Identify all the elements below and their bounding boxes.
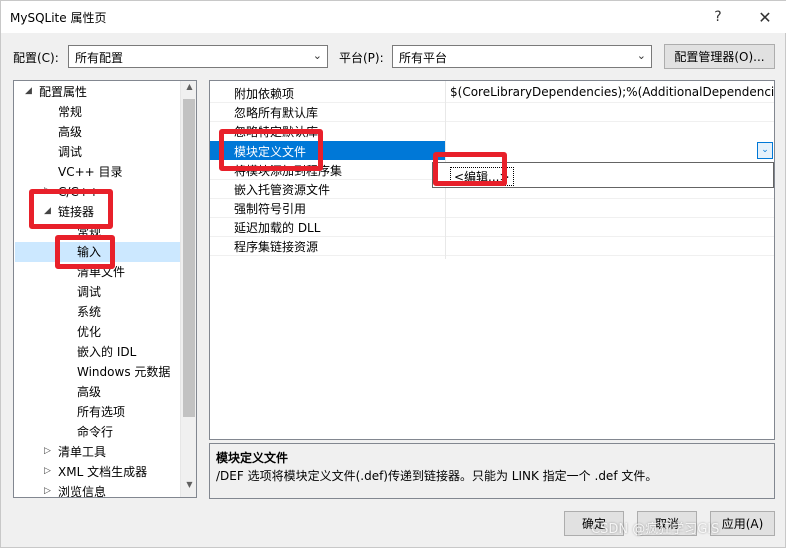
- property-name: 强制符号引用: [234, 202, 307, 216]
- configuration-value: 所有配置: [75, 51, 124, 65]
- platform-value: 所有平台: [399, 51, 448, 65]
- property-name: 程序集链接资源: [234, 240, 319, 254]
- platform-combo[interactable]: 所有平台 ⌄: [392, 45, 652, 68]
- tree-item-linker-debugging[interactable]: 调试: [77, 282, 101, 302]
- property-name: 延迟加载的 DLL: [234, 221, 321, 235]
- edit-option[interactable]: <编辑...>: [450, 167, 514, 186]
- tree-item-config-properties[interactable]: 配置属性: [39, 82, 87, 102]
- tree-item-linker[interactable]: 链接器: [58, 202, 94, 222]
- tree-item-command-line[interactable]: 命令行: [77, 422, 113, 442]
- description-title: 模块定义文件: [216, 451, 289, 465]
- tree-item-manifest-tool[interactable]: 清单工具: [58, 442, 106, 462]
- tree-item-linker-general[interactable]: 常规: [77, 222, 101, 242]
- tree-item-general[interactable]: 常规: [58, 102, 82, 122]
- property-name: 模块定义文件: [234, 145, 307, 159]
- description-panel: 模块定义文件 /DEF 选项将模块定义文件(.def)传递到链接器。只能为 LI…: [209, 443, 775, 499]
- collapse-icon[interactable]: ◢: [25, 86, 35, 96]
- tree-item-embedded-idl[interactable]: 嵌入的 IDL: [77, 342, 136, 362]
- scroll-down-icon[interactable]: ▼: [181, 480, 196, 496]
- platform-label: 平台(P):: [339, 51, 384, 65]
- tree-item-browse-info[interactable]: 浏览信息: [58, 482, 106, 497]
- chevron-down-icon[interactable]: ⌄: [757, 142, 773, 159]
- title-bar: MySQLite 属性页 ? ✕: [1, 1, 786, 33]
- scrollbar-thumb[interactable]: [183, 99, 195, 417]
- scroll-up-icon[interactable]: ▲: [181, 82, 196, 98]
- value-dropdown-list: <编辑...>: [432, 162, 774, 188]
- configuration-combo[interactable]: 所有配置 ⌄: [68, 45, 328, 68]
- chevron-down-icon: ⌄: [312, 49, 322, 62]
- collapse-icon[interactable]: ◢: [44, 206, 54, 216]
- tree-item-all-options[interactable]: 所有选项: [77, 402, 125, 422]
- tree-item-windows-metadata[interactable]: Windows 元数据: [77, 362, 170, 382]
- property-name: 将模块添加到程序集: [234, 164, 343, 178]
- tree-item-optimization[interactable]: 优化: [77, 322, 101, 342]
- property-value[interactable]: $(CoreLibraryDependencies);%(AdditionalD…: [450, 85, 774, 99]
- property-tree: ◢ 配置属性 常规 高级 调试 VC++ 目录 ▷ C/C++ ◢ 链接器 常规…: [13, 80, 197, 498]
- watermark-text: CSDN @疯狂学习GIS: [591, 522, 720, 537]
- grid-row-selected[interactable]: 模块定义文件 ⌄: [210, 141, 774, 160]
- tree-item-c-cpp[interactable]: C/C++: [58, 182, 99, 202]
- property-name: 嵌入托管资源文件: [234, 183, 331, 197]
- tree-item-xml-doc-generator[interactable]: XML 文档生成器: [58, 462, 147, 482]
- grid-row[interactable]: 附加依赖项 $(CoreLibraryDependencies);%(Addit…: [210, 83, 774, 102]
- property-name: 忽略特定默认库: [234, 125, 319, 139]
- tree-item-system[interactable]: 系统: [77, 302, 101, 322]
- close-button[interactable]: ✕: [745, 1, 785, 33]
- grid-row[interactable]: 忽略所有默认库: [210, 102, 774, 121]
- expand-icon[interactable]: ▷: [44, 466, 54, 476]
- expand-icon[interactable]: ▷: [44, 446, 54, 456]
- tree-item-vc-directories[interactable]: VC++ 目录: [58, 162, 123, 182]
- description-text: /DEF 选项将模块定义文件(.def)传递到链接器。只能为 LINK 指定一个…: [216, 469, 658, 483]
- row-divider: [210, 255, 774, 256]
- configuration-manager-button[interactable]: 配置管理器(O)...: [664, 44, 775, 69]
- tree-item-advanced[interactable]: 高级: [58, 122, 82, 142]
- property-grid: 附加依赖项 $(CoreLibraryDependencies);%(Addit…: [209, 80, 775, 440]
- configuration-label: 配置(C):: [13, 51, 59, 65]
- property-pages-window: MySQLite 属性页 ? ✕ 配置(C): 所有配置 ⌄ 平台(P): 所有…: [0, 0, 786, 548]
- grid-row[interactable]: 程序集链接资源: [210, 236, 774, 255]
- apply-button[interactable]: 应用(A): [710, 511, 775, 536]
- grid-row[interactable]: 强制符号引用: [210, 198, 774, 217]
- property-name: 附加依赖项: [234, 87, 295, 101]
- chevron-down-icon: ⌄: [636, 49, 646, 62]
- tree-item-linker-input[interactable]: 输入: [77, 242, 101, 262]
- property-name: 忽略所有默认库: [234, 106, 319, 120]
- expand-icon[interactable]: ▷: [44, 186, 54, 196]
- tree-scrollbar[interactable]: ▲ ▼: [180, 81, 196, 497]
- grid-row[interactable]: 忽略特定默认库: [210, 121, 774, 140]
- tree-item-linker-advanced[interactable]: 高级: [77, 382, 101, 402]
- tree-item-manifest-file[interactable]: 清单文件: [77, 262, 125, 282]
- tree-item-debugging[interactable]: 调试: [58, 142, 82, 162]
- window-title: MySQLite 属性页: [10, 11, 107, 25]
- expand-icon[interactable]: ▷: [44, 486, 54, 496]
- grid-row[interactable]: 延迟加载的 DLL: [210, 217, 774, 236]
- property-value-editor[interactable]: [446, 141, 774, 160]
- help-button[interactable]: ?: [698, 1, 738, 33]
